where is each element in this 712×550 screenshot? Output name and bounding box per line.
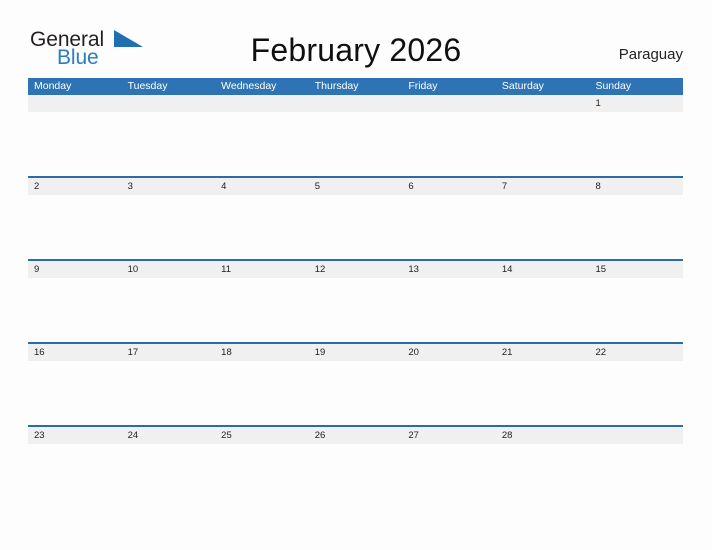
day-cell[interactable] [496,95,590,112]
week-date-band: 23 24 25 26 27 28 [28,427,683,444]
day-cell[interactable]: 9 [28,261,122,278]
day-cell[interactable]: 4 [215,178,309,195]
day-cell[interactable]: 12 [309,261,403,278]
day-cell[interactable]: 3 [122,178,216,195]
day-cell[interactable]: 14 [496,261,590,278]
weekday-friday: Friday [408,80,438,92]
day-cell[interactable]: 11 [215,261,309,278]
day-cell[interactable]: 23 [28,427,122,444]
weekday-monday: Monday [34,80,72,92]
weekday-saturday: Saturday [501,80,544,92]
country-label: Paraguay [618,46,683,63]
day-cell[interactable] [309,95,403,112]
week-row: 23 24 25 26 27 28 [28,425,683,508]
weekday-tuesday: Tuesday [127,80,168,92]
day-cell[interactable]: 26 [309,427,403,444]
week-note-area[interactable] [28,278,683,342]
day-cell[interactable]: 20 [402,344,496,361]
week-date-band: 9 10 11 12 13 14 15 [28,261,683,278]
day-cell[interactable] [122,95,216,112]
day-cell[interactable]: 22 [589,344,683,361]
day-cell[interactable]: 28 [496,427,590,444]
day-cell[interactable] [215,95,309,112]
weekday-wednesday: Wednesday [221,80,277,92]
week-note-area[interactable] [28,112,683,176]
week-date-band: 16 17 18 19 20 21 22 [28,344,683,361]
day-cell[interactable] [402,95,496,112]
page-header: General Blue February 2026 Paraguay [0,0,712,78]
week-row: 9 10 11 12 13 14 15 [28,259,683,342]
day-cell[interactable]: 18 [215,344,309,361]
page-title: February 2026 [250,32,462,68]
day-cell[interactable] [589,427,683,444]
week-date-band: 2 3 4 5 6 7 8 [28,178,683,195]
day-cell[interactable]: 1 [589,95,683,112]
day-cell[interactable]: 24 [122,427,216,444]
day-cell[interactable]: 6 [402,178,496,195]
day-cell[interactable]: 13 [402,261,496,278]
calendar-grid: Monday Tuesday Wednesday Thursday Friday… [28,78,683,508]
day-cell[interactable]: 15 [589,261,683,278]
week-note-area[interactable] [28,361,683,425]
week-row: 2 3 4 5 6 7 8 [28,176,683,259]
day-cell[interactable]: 5 [309,178,403,195]
day-cell[interactable]: 8 [589,178,683,195]
week-note-area[interactable] [28,195,683,259]
week-row: 1 [28,95,683,176]
day-cell[interactable]: 27 [402,427,496,444]
day-cell[interactable]: 16 [28,344,122,361]
weekday-sunday: Sunday [595,80,632,92]
day-cell[interactable]: 17 [122,344,216,361]
week-row: 16 17 18 19 20 21 22 [28,342,683,425]
day-cell[interactable]: 7 [496,178,590,195]
day-cell[interactable]: 2 [28,178,122,195]
week-note-area[interactable] [28,444,683,508]
weekday-thursday: Thursday [314,80,359,92]
day-cell[interactable]: 10 [122,261,216,278]
day-cell[interactable]: 19 [309,344,403,361]
day-cell[interactable]: 21 [496,344,590,361]
weekday-header-row: Monday Tuesday Wednesday Thursday Friday… [28,78,683,95]
day-cell[interactable]: 25 [215,427,309,444]
week-date-band: 1 [28,95,683,112]
day-cell[interactable] [28,95,122,112]
